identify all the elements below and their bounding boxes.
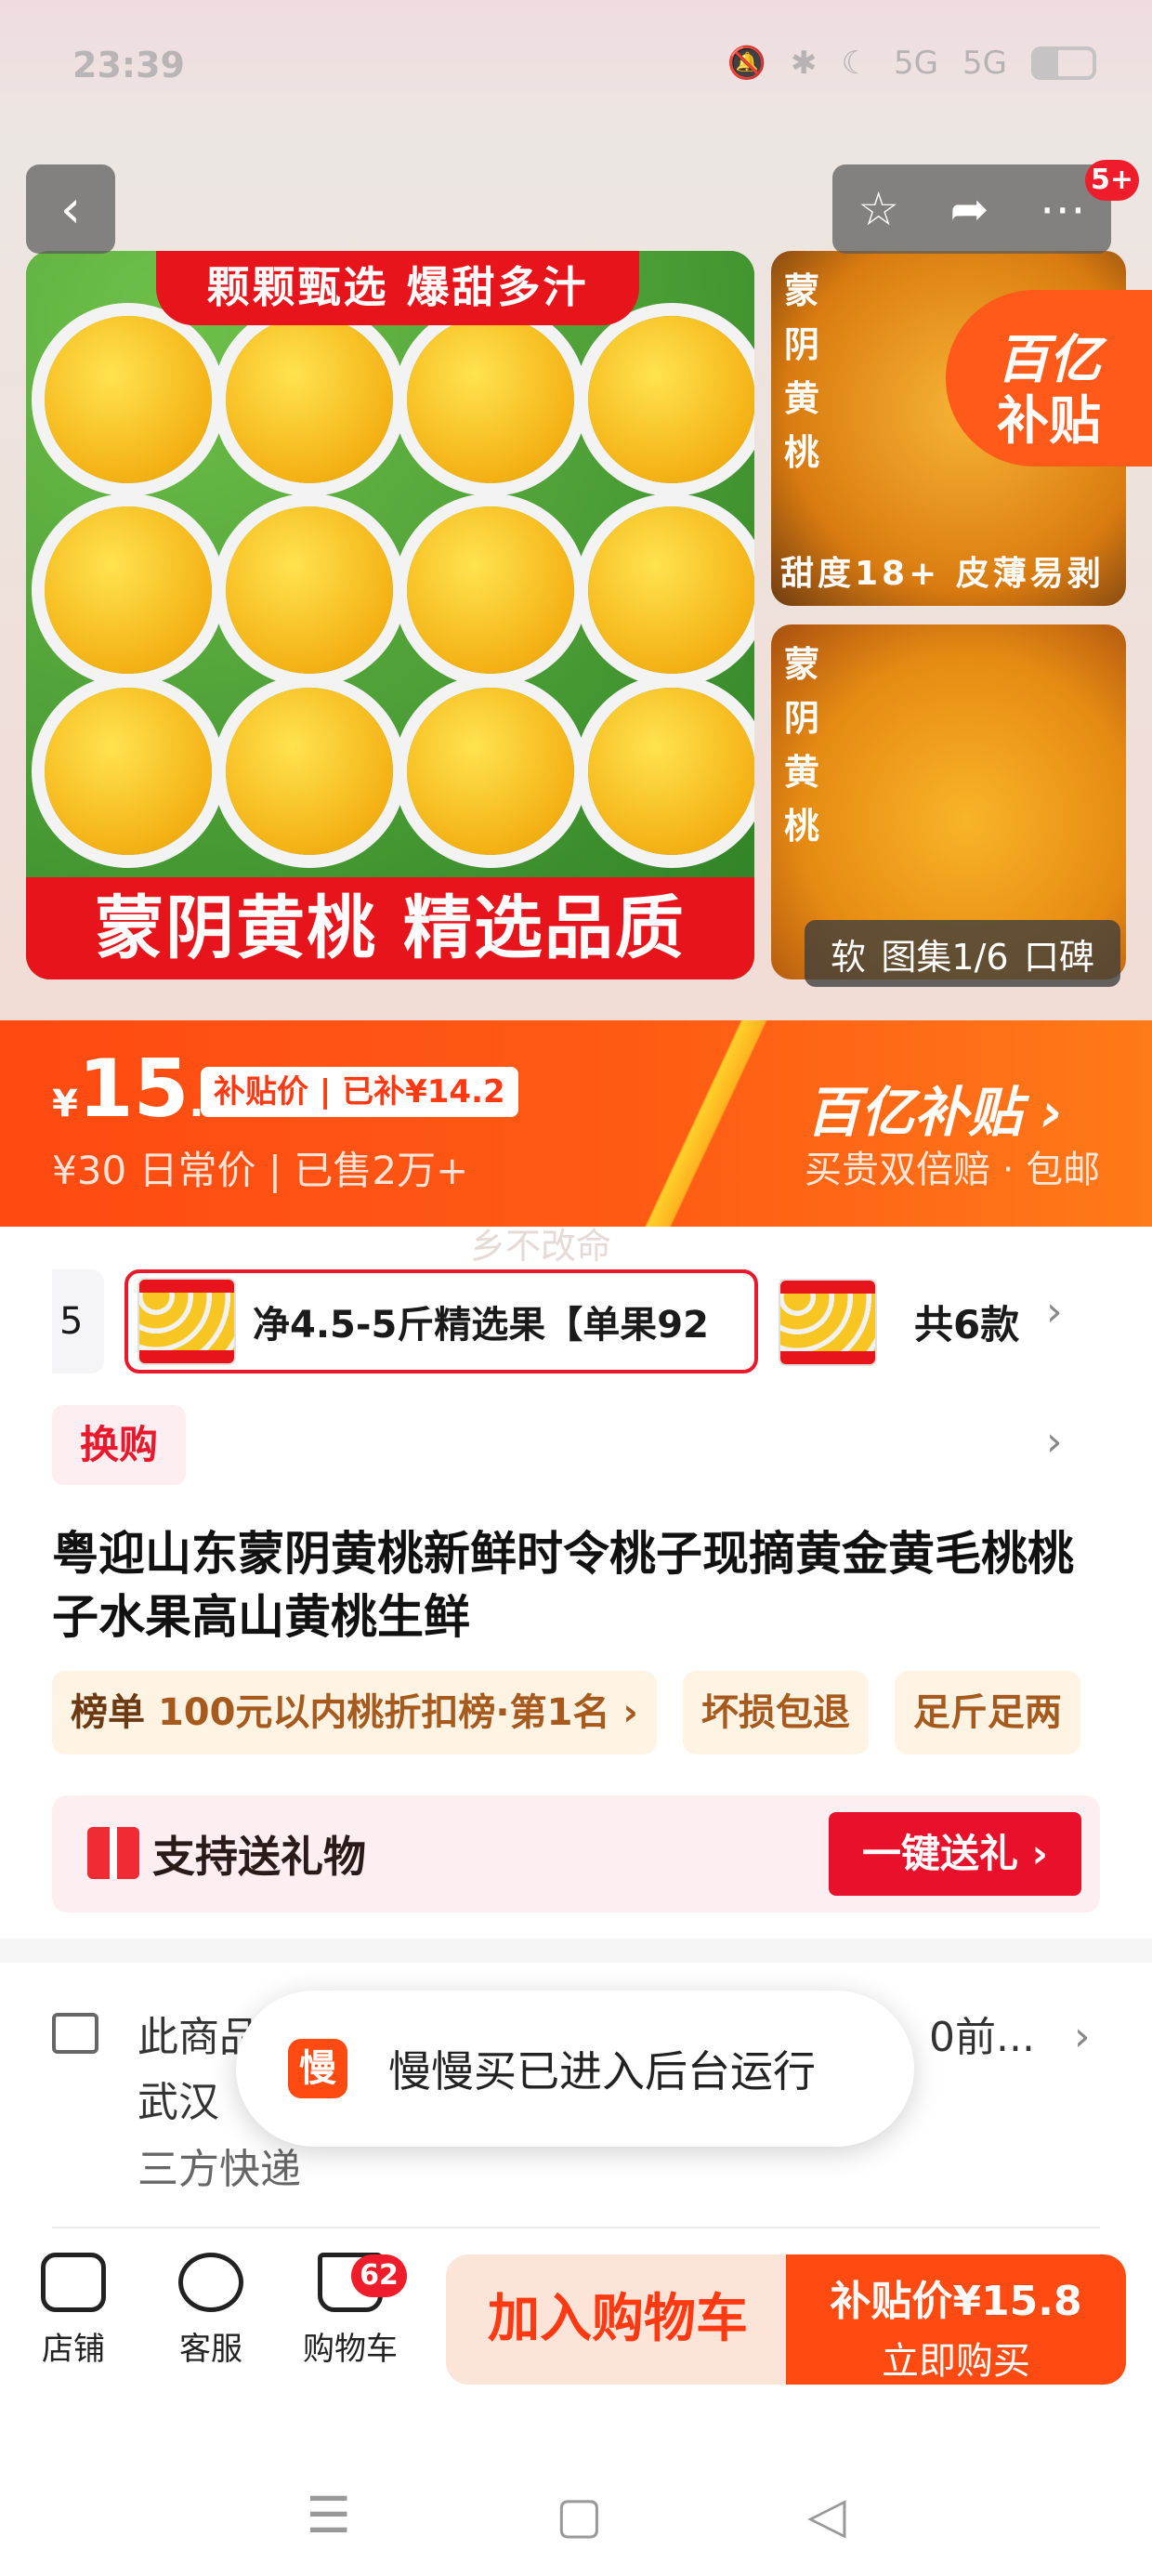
bluetooth-icon: ✱ <box>791 45 818 82</box>
peach-image <box>226 688 393 855</box>
price-bar: ¥15.8 补贴价 | 已补¥14.2 ¥30 日常价 | 已售2万+ 百亿补贴… <box>0 1020 1152 1227</box>
peach-image <box>407 688 574 855</box>
product-title: 粤迎山东蒙阴黄桃新鲜时令桃子现摘黄金黄毛桃桃子水果高山黄桃生鲜 <box>52 1527 1074 1644</box>
thumbnail-vertical-text: 蒙阴黄桃 <box>783 644 819 847</box>
sku-selector: 5 净4.5-5斤精选果【单果92 共6款 › <box>0 1260 1152 1381</box>
subsidy-badge-line1: 百亿 <box>997 330 1101 390</box>
add-to-cart-button[interactable]: 加入购物车 <box>446 2254 790 2385</box>
cart-label: 购物车 <box>303 2331 398 2368</box>
price-integer: 15 <box>77 1043 190 1136</box>
peach-image <box>226 506 393 674</box>
status-time: 23:39 <box>72 45 185 85</box>
sku-option-label: 净4.5-5斤精选果【单果92 <box>253 1304 709 1347</box>
ranking-key: 榜单 <box>71 1691 145 1734</box>
5g-signal-icon: 5G <box>962 45 1007 82</box>
peach-image <box>407 506 574 674</box>
subsidy-badge: 百亿 补贴 <box>946 290 1152 467</box>
thumbnail-vertical-text: 蒙阴黄桃 <box>783 270 819 473</box>
chevron-right-icon[interactable]: › <box>1074 2013 1091 2060</box>
service-tags: 榜单 100元以内桃折扣榜·第1名 › 坏损包退 足斤足两 <box>52 1671 1080 1755</box>
star-icon[interactable]: ☆ <box>857 182 899 236</box>
system-nav-bar: ☰ ▢ ◁ <box>0 2453 1152 2576</box>
subsidy-price-tag: 补贴价 | 已补¥14.2 <box>201 1067 518 1117</box>
peach-image <box>226 316 393 483</box>
top-actions: ☆ ➦ ⋯ <box>832 164 1111 254</box>
gallery-counter[interactable]: 软 图集1/6 口碑 <box>805 920 1120 987</box>
gift-icon <box>87 1827 139 1879</box>
delivery-line1-right: 0前... <box>929 2014 1035 2061</box>
subsidy-badge-line2: 补贴 <box>997 391 1101 452</box>
section-divider <box>0 1939 1152 1963</box>
buy-now-label: 立即购买 <box>882 2340 1030 2383</box>
ranking-value: 100元以内桃折扣榜·第1名 › <box>157 1691 638 1734</box>
peach-image <box>588 316 754 483</box>
peach-image <box>588 688 754 855</box>
subsidy-brand-link[interactable]: 百亿补贴 › <box>806 1069 1063 1147</box>
more-badge: 5+ <box>1085 160 1140 201</box>
truck-icon <box>52 2013 98 2054</box>
sku-option-thumbnail[interactable] <box>779 1279 877 1366</box>
image-banner-bottom: 蒙阴黄桃 精选品质 <box>26 877 754 979</box>
daily-price: ¥30 日常价 | 已售2万+ <box>52 1148 469 1193</box>
share-icon[interactable]: ➦ <box>949 182 988 236</box>
full-weight-tag[interactable]: 足斤足两 <box>894 1671 1080 1755</box>
image-banner-top: 颗颗甄选 爆甜多汁 <box>156 251 639 325</box>
price-currency: ¥ <box>52 1083 78 1125</box>
chevron-right-icon[interactable]: › <box>1046 1418 1063 1465</box>
moon-icon: ☾ <box>841 45 871 82</box>
customer-service-button[interactable]: 客服 <box>160 2253 262 2369</box>
toast-message: 慢慢买已进入后台运行 <box>388 2046 816 2096</box>
send-gift-button[interactable]: 一键送礼 › <box>829 1812 1081 1896</box>
battery-icon <box>1031 46 1096 80</box>
sku-option-selected[interactable]: 净4.5-5斤精选果【单果92 <box>124 1269 758 1373</box>
sku-thumbnail <box>137 1278 236 1365</box>
home-icon[interactable]: ▢ <box>556 2486 603 2544</box>
store-icon <box>41 2253 106 2312</box>
delivery-line2: 武汉 <box>137 2079 219 2126</box>
ranking-tag[interactable]: 榜单 100元以内桃折扣榜·第1名 › <box>52 1671 657 1755</box>
customer-service-label: 客服 <box>179 2331 242 2368</box>
divider <box>52 2227 1100 2228</box>
status-bar: 23:39 🔕 ✱ ☾ 5G 5G <box>0 0 1152 139</box>
5g-signal-icon: 5G <box>894 45 939 82</box>
subsidy-brand-subtitle: 买贵双倍赔 · 包邮 <box>805 1149 1101 1191</box>
decorative-slash <box>641 1020 771 1227</box>
sku-count[interactable]: 共6款 <box>914 1294 1019 1350</box>
cart-count-badge: 62 <box>351 2254 407 2297</box>
gift-label: 支持送礼物 <box>152 1832 366 1882</box>
peach-image <box>407 316 574 483</box>
sku-option-partial[interactable]: 5 <box>52 1269 104 1373</box>
peach-image <box>45 506 212 674</box>
back-icon[interactable]: ◁ <box>807 2486 846 2544</box>
product-gallery[interactable]: 颗颗甄选 爆甜多汁 蒙阴黄桃 精选品质 蒙阴黄桃 甜度18+ 皮薄易剥 蒙阴黄桃… <box>0 139 1152 1022</box>
chevron-right-icon[interactable]: › <box>1046 1288 1063 1335</box>
chat-icon <box>178 2253 243 2312</box>
status-icons: 🔕 ✱ ☾ 5G 5G <box>727 45 1096 82</box>
counter-right-text: 口碑 <box>1023 936 1094 978</box>
peach-image <box>45 688 212 855</box>
buy-now-button[interactable]: 补贴价¥15.8 立即购买 <box>786 2254 1126 2385</box>
toast-notification: 慢 慢慢买已进入后台运行 <box>236 1991 914 2147</box>
more-icon[interactable]: ⋯ <box>1040 182 1086 236</box>
swap-purchase-tag[interactable]: 换购 <box>52 1405 186 1485</box>
chevron-left-icon: ‹ <box>59 178 82 240</box>
app-icon: 慢 <box>288 2039 347 2098</box>
gift-row: 支持送礼物 一键送礼 › <box>52 1795 1100 1912</box>
counter-left-text: 软 <box>831 936 867 978</box>
buy-now-price: 补贴价¥15.8 <box>830 2278 1082 2325</box>
main-product-image[interactable]: 颗颗甄选 爆甜多汁 蒙阴黄桃 精选品质 <box>26 251 754 979</box>
peach-image <box>45 316 212 483</box>
damage-return-tag[interactable]: 坏损包退 <box>682 1671 869 1755</box>
mute-icon: 🔕 <box>727 45 767 82</box>
counter-text: 图集1/6 <box>881 936 1009 978</box>
menu-icon[interactable]: ☰ <box>307 2486 351 2544</box>
delivery-line3: 三方快递 <box>137 2146 301 2193</box>
store-label: 店铺 <box>42 2331 105 2368</box>
back-button[interactable]: ‹ <box>26 164 115 254</box>
store-button[interactable]: 店铺 <box>22 2253 124 2369</box>
peach-image <box>588 506 754 674</box>
thumbnail-caption: 甜度18+ 皮薄易剥 <box>780 555 1105 593</box>
